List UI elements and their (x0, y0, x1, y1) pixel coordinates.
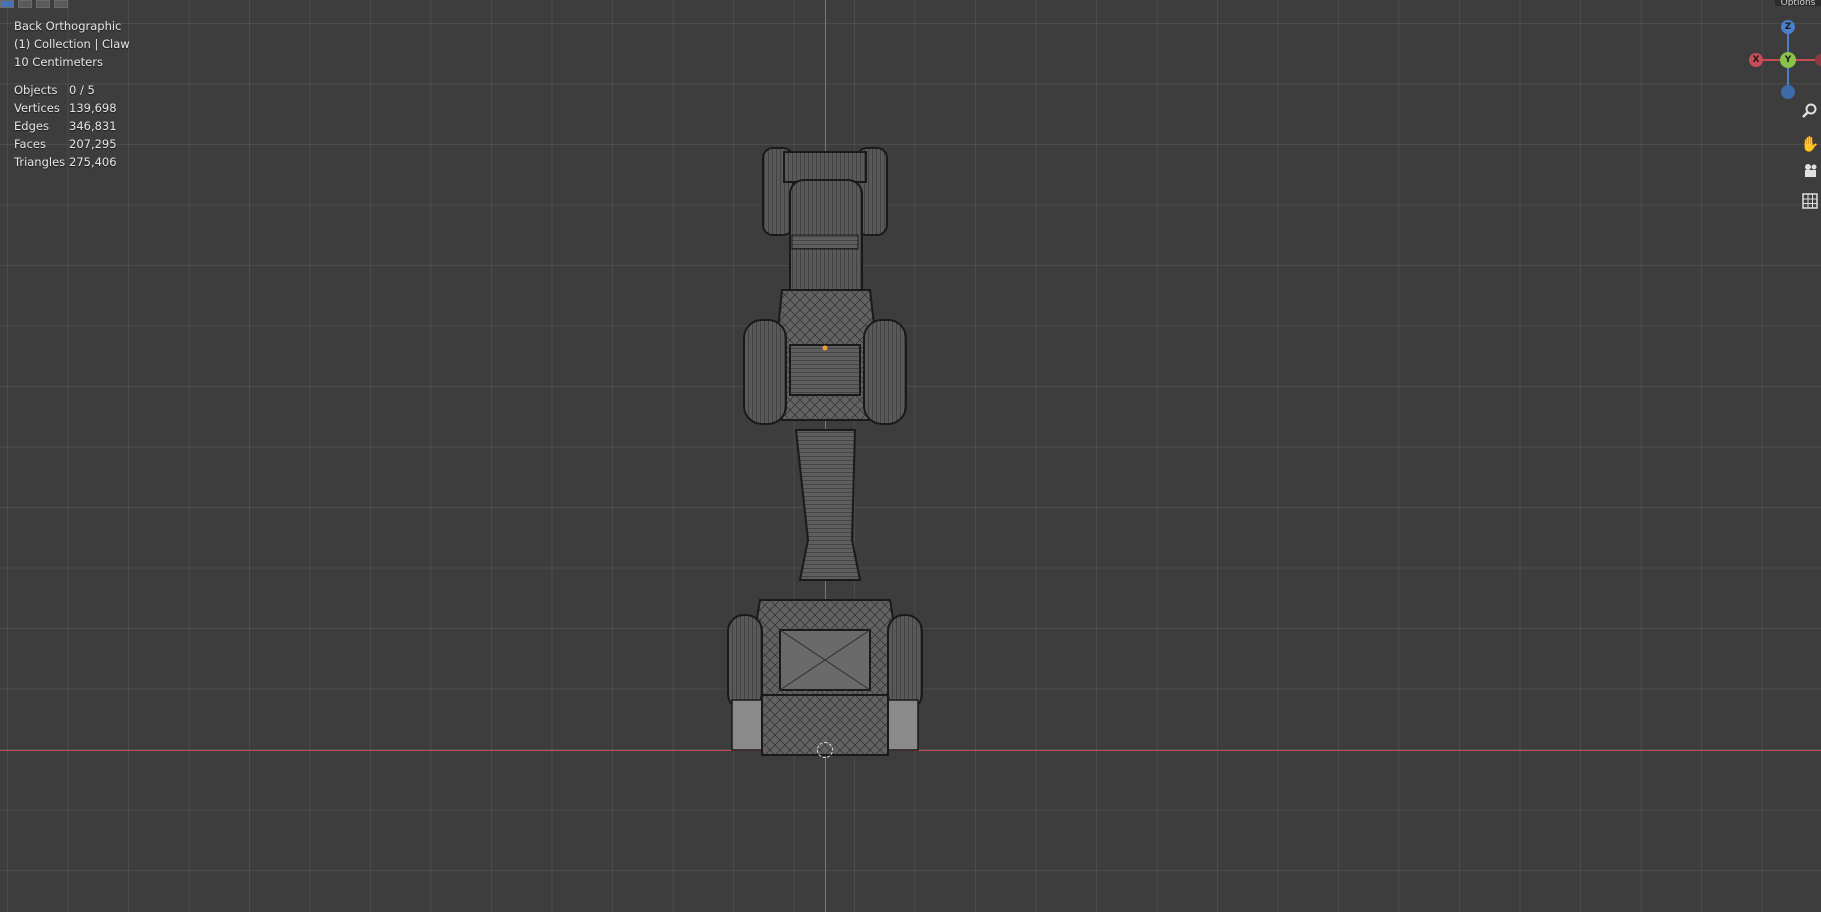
select-mode-intersect-icon[interactable] (54, 0, 68, 8)
stat-row-triangles: Triangles 275,406 (14, 155, 117, 169)
camera-icon[interactable] (1799, 163, 1821, 185)
grid-scale: 10 Centimeters (14, 55, 103, 69)
options-button[interactable]: Options (1775, 0, 1821, 6)
object-origin-marker (817, 742, 833, 758)
gizmo-x-label[interactable]: X (1749, 53, 1763, 67)
collection-label: (1) Collection | Claw (14, 37, 130, 51)
pan-hand-icon[interactable]: ✋ (1799, 133, 1821, 155)
stat-row-faces: Faces 207,295 (14, 137, 117, 151)
gizmo-y-label[interactable]: Y (1781, 53, 1795, 67)
3d-viewport[interactable]: Options Back Orthographic (1) Collection… (0, 0, 1821, 912)
viewport-text-overlay: Back Orthographic (1) Collection | Claw … (14, 17, 130, 171)
selection-mode-toolbar (0, 0, 68, 8)
grid-ortho-icon[interactable] (1799, 193, 1821, 215)
robot-claw-wireframe-model[interactable] (720, 140, 930, 765)
gizmo-z-label[interactable]: Z (1781, 20, 1795, 34)
stat-row-objects: Objects 0 / 5 (14, 83, 95, 97)
stat-row-vertices: Vertices 139,698 (14, 101, 117, 115)
view-name: Back Orthographic (14, 19, 122, 33)
select-mode-new-icon[interactable] (0, 0, 14, 8)
select-mode-extend-icon[interactable] (18, 0, 32, 8)
stat-row-edges: Edges 346,831 (14, 119, 117, 133)
navigation-gizmo[interactable]: Z Y X (1748, 20, 1821, 100)
select-mode-subtract-icon[interactable] (36, 0, 50, 8)
zoom-icon[interactable] (1799, 103, 1821, 125)
scene-statistics: Objects 0 / 5 Vertices 139,698 Edges 346,83… (14, 81, 130, 171)
